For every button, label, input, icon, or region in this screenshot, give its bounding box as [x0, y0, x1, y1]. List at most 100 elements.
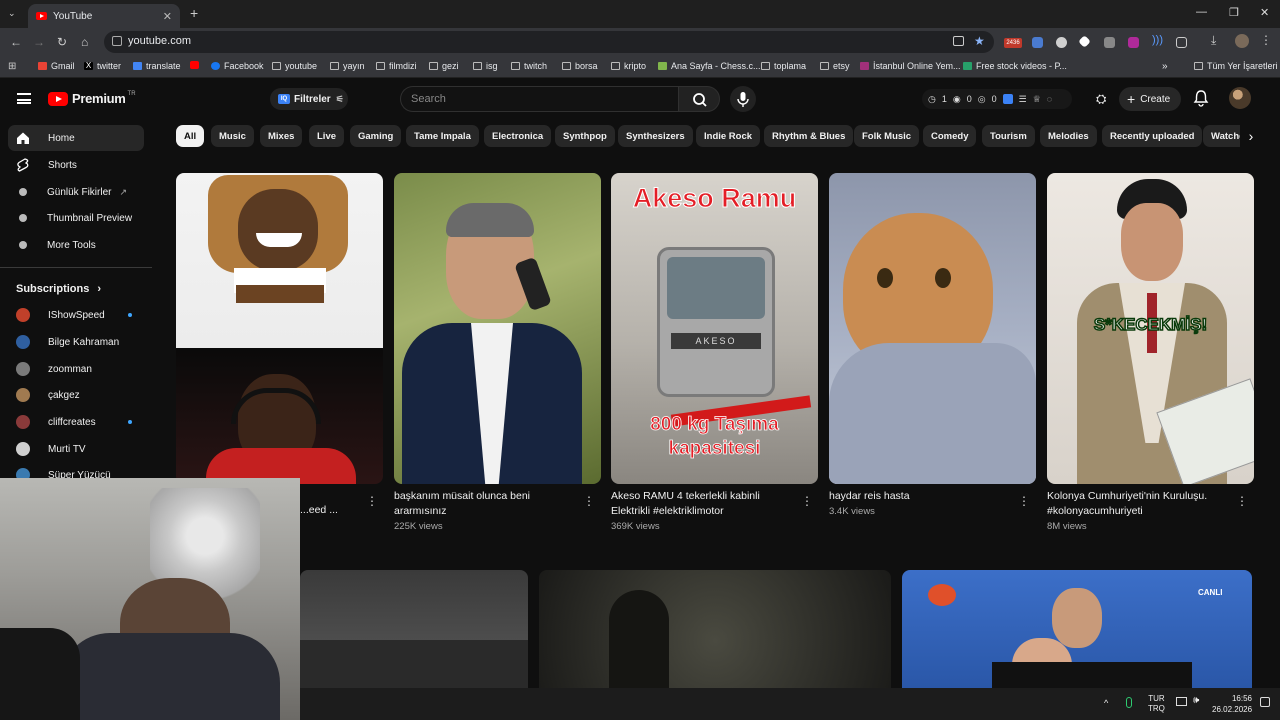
search-input[interactable]: Search: [400, 86, 678, 112]
subscription-cliffcreates[interactable]: cliffcreates: [8, 409, 144, 435]
bookmark-folder-isg[interactable]: isg: [473, 61, 498, 71]
extension-icon[interactable]: [1056, 37, 1067, 48]
video-thumbnail-8[interactable]: CANLI: [902, 570, 1252, 688]
subscriptions-header[interactable]: Subscriptions ›: [16, 283, 101, 295]
voice-search-button[interactable]: [730, 86, 756, 112]
extension-stats-bar[interactable]: ◷ 1 ◉ 0 ◎ 0 ☰ ♕ ◌: [922, 89, 1072, 109]
microphone-icon[interactable]: [1126, 697, 1132, 708]
more-options-icon[interactable]: ⋮: [1236, 494, 1248, 508]
site-info-icon[interactable]: [112, 36, 122, 46]
video-thumbnail-5[interactable]: S*KECEKMİŞ!: [1047, 173, 1254, 484]
new-tab-icon[interactable]: +: [190, 6, 198, 20]
sidebar-item-home[interactable]: Home: [8, 125, 144, 151]
chip-recently-uploaded[interactable]: Recently uploaded: [1102, 125, 1203, 147]
bookmark-gmail[interactable]: Gmail: [38, 61, 75, 71]
bookmark-folder-filmdizi[interactable]: filmdizi: [376, 61, 417, 71]
youtube-premium-logo[interactable]: Premium TR: [48, 91, 136, 106]
all-bookmarks-folder[interactable]: Tüm Yer İşaretleri: [1194, 61, 1278, 71]
chip-synthpop[interactable]: Synthpop: [555, 125, 615, 147]
chip-melodies[interactable]: Melodies: [1040, 125, 1097, 147]
video-title-5[interactable]: Kolonya Cumhuriyeti'nin Kuruluşu. #kolon…: [1047, 489, 1237, 519]
bookmark-folder-toplama[interactable]: toplama: [761, 61, 806, 71]
forward-icon[interactable]: →: [33, 35, 45, 49]
minimize-icon[interactable]: —: [1196, 6, 1207, 18]
cast-icon[interactable]: ⛭: [1096, 91, 1106, 107]
chip-tame-impala[interactable]: Tame Impala: [406, 125, 479, 147]
chip-folk-music[interactable]: Folk Music: [854, 125, 920, 147]
bookmark-translate[interactable]: translate: [133, 61, 181, 71]
tab-search-icon[interactable]: ⌄: [8, 8, 16, 19]
translate-extension-icon[interactable]: [1032, 37, 1043, 48]
bookmark-youtube[interactable]: [190, 61, 203, 69]
video-thumbnail-7[interactable]: [539, 570, 891, 688]
chip-electronica[interactable]: Electronica: [484, 125, 552, 147]
subscription-ishowspeed[interactable]: IShowSpeed: [8, 302, 144, 328]
more-options-icon[interactable]: ⋮: [366, 494, 378, 508]
video-title-2[interactable]: başkanım müsait olunca beni ararmısınız: [394, 489, 574, 519]
apps-grid-icon[interactable]: ⊞: [8, 61, 16, 72]
chip-synthesizers[interactable]: Synthesizers: [618, 125, 693, 147]
subscription-bilge-kahraman[interactable]: Bilge Kahraman: [8, 329, 144, 355]
extension-icon[interactable]: [1078, 35, 1091, 48]
speaker-icon[interactable]: 🕪: [1193, 695, 1199, 706]
subscription-cakgez[interactable]: çakgez: [8, 382, 144, 408]
notifications-bell-icon[interactable]: [1193, 89, 1209, 112]
address-bar[interactable]: youtube.com: [104, 31, 994, 53]
hamburger-menu-icon[interactable]: [17, 93, 31, 104]
chips-next-icon[interactable]: ›: [1240, 125, 1262, 147]
bookmark-folder-yayin[interactable]: yayın: [330, 61, 365, 71]
sidebar-item-thumbnail-preview[interactable]: Thumbnail Preview: [8, 205, 144, 231]
video-title-1[interactable]: ...eed ...: [300, 503, 340, 518]
home-icon[interactable]: ⌂: [81, 35, 88, 49]
video-thumbnail-4[interactable]: [829, 173, 1036, 484]
more-bookmarks-icon[interactable]: »: [1162, 61, 1168, 72]
bookmark-facebook[interactable]: Facebook: [211, 61, 264, 71]
sidebar-item-gunluk-fikirler[interactable]: Günlük Fikirler ↗: [8, 179, 144, 205]
video-thumbnail-3[interactable]: Akeso Ramu AKESO 800 kg Taşıma kapasites…: [611, 173, 818, 484]
chip-live[interactable]: Live: [309, 125, 345, 147]
reload-icon[interactable]: ↻: [57, 35, 67, 49]
chip-rhythm-blues[interactable]: Rhythm & Blues: [764, 125, 854, 147]
profile-avatar[interactable]: [1235, 34, 1249, 48]
extension-icon[interactable]: [1104, 37, 1115, 48]
chip-all[interactable]: All: [176, 125, 205, 147]
bookmark-istanbul[interactable]: İstanbul Online Yem...: [860, 61, 961, 71]
account-avatar[interactable]: [1229, 87, 1251, 109]
filters-button[interactable]: IQ Filtreler ⚟: [270, 88, 348, 110]
back-icon[interactable]: ←: [10, 35, 22, 49]
search-button[interactable]: [678, 86, 720, 112]
notifications-icon[interactable]: [1260, 697, 1270, 707]
subscription-zoomman[interactable]: zoomman: [8, 356, 144, 382]
bookmark-pexels[interactable]: Free stock videos - P...: [963, 61, 1067, 71]
video-title-4[interactable]: haydar reis hasta: [829, 489, 1009, 504]
close-tab-icon[interactable]: ✕: [163, 10, 172, 23]
video-thumbnail-1[interactable]: [176, 173, 383, 484]
language-indicator[interactable]: TUR TRQ: [1148, 694, 1165, 714]
bookmark-chess[interactable]: Ana Sayfa - Chess.c...: [658, 61, 761, 71]
chip-comedy[interactable]: Comedy: [923, 125, 977, 147]
extension-icon[interactable]: [1128, 37, 1139, 48]
extension-badge[interactable]: 2436: [1004, 38, 1022, 48]
subscription-murti-tv[interactable]: Murti TV: [8, 436, 144, 462]
more-options-icon[interactable]: ⋮: [583, 494, 595, 508]
tray-expand-icon[interactable]: ^: [1104, 698, 1108, 708]
bookmark-folder-gezi[interactable]: gezi: [429, 61, 459, 71]
chip-music[interactable]: Music: [211, 125, 254, 147]
close-window-icon[interactable]: ✕: [1260, 6, 1269, 19]
download-icon[interactable]: ⤓: [1211, 33, 1216, 48]
bookmark-folder-twitch[interactable]: twitch: [511, 61, 547, 71]
video-title-3[interactable]: Akeso RAMU 4 tekerlekli kabinli Elektrik…: [611, 489, 791, 519]
chip-indie-rock[interactable]: Indie Rock: [696, 125, 761, 147]
network-icon[interactable]: [1176, 697, 1187, 706]
bookmark-folder-kripto[interactable]: kripto: [611, 61, 646, 71]
chip-mixes[interactable]: Mixes: [260, 125, 303, 147]
more-options-icon[interactable]: ⋮: [1018, 494, 1030, 508]
bookmark-folder-borsa[interactable]: borsa: [562, 61, 598, 71]
bookmark-folder-youtube[interactable]: youtube: [272, 61, 317, 71]
video-thumbnail-6[interactable]: [300, 570, 528, 688]
bookmark-star-icon[interactable]: ★: [974, 34, 985, 48]
bookmark-twitter[interactable]: Xtwitter: [84, 61, 121, 71]
more-options-icon[interactable]: ⋮: [801, 494, 813, 508]
create-button[interactable]: + Create: [1119, 87, 1181, 111]
sidebar-item-shorts[interactable]: Shorts: [8, 152, 144, 178]
